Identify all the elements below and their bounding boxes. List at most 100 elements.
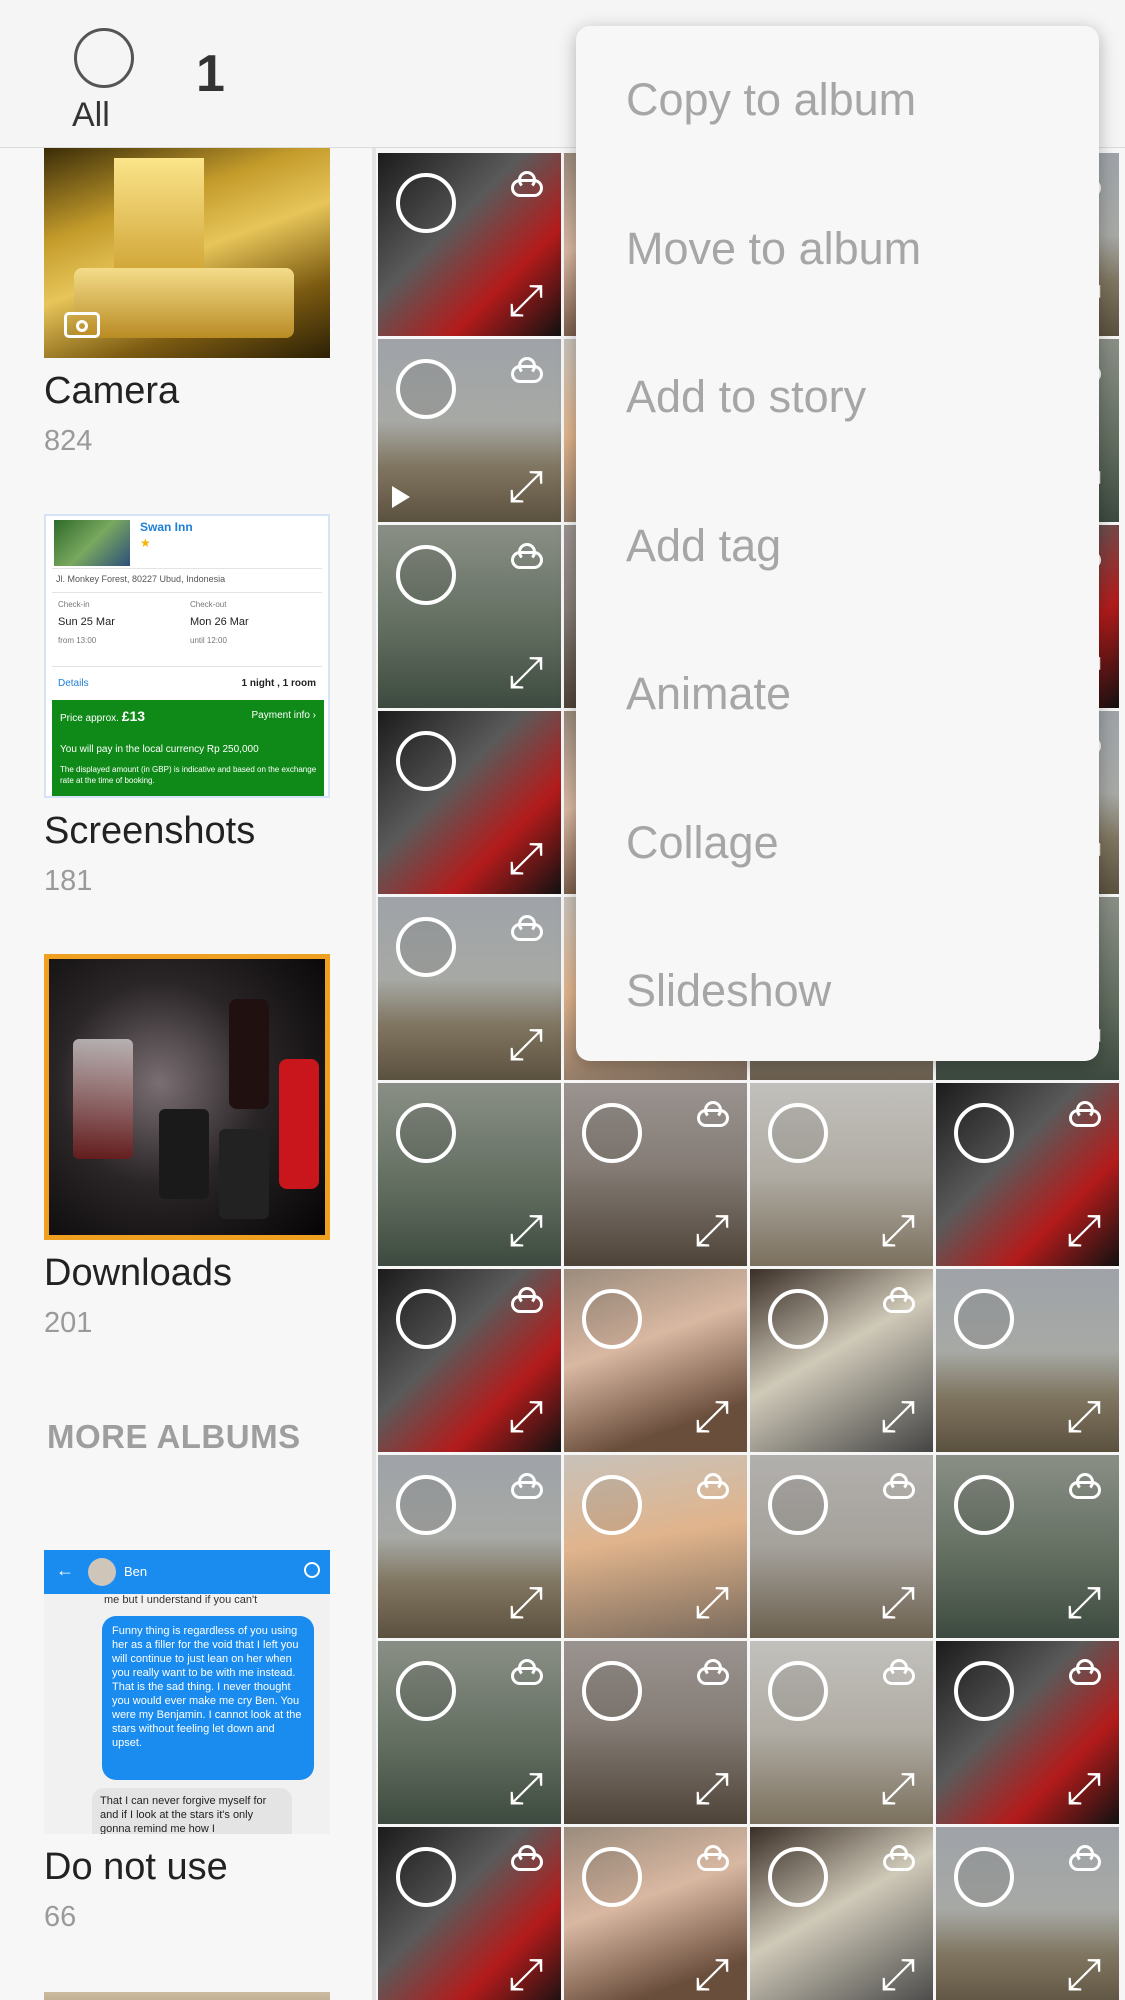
album-thumbnail[interactable] <box>44 148 330 358</box>
select-all-label[interactable]: All <box>72 96 110 135</box>
album-camera[interactable]: Camera 824 <box>44 148 330 458</box>
menu-item-slideshow[interactable]: Slideshow <box>626 965 831 1017</box>
photo-tile[interactable]: ⤢ <box>750 1455 933 1638</box>
expand-icon[interactable]: ⤢ <box>1059 1578 1109 1628</box>
expand-icon[interactable]: ⤢ <box>687 1764 737 1814</box>
expand-icon[interactable]: ⤢ <box>501 1950 551 2000</box>
photo-tile[interactable]: ⤢ <box>564 1269 747 1452</box>
album-thumbnail-partial[interactable] <box>44 1992 330 2000</box>
selection-circle[interactable] <box>396 1475 456 1535</box>
expand-icon[interactable]: ⤢ <box>501 1020 551 1070</box>
expand-icon[interactable]: ⤢ <box>501 276 551 326</box>
photo-tile[interactable]: ⤢ <box>936 1641 1119 1824</box>
photo-tile[interactable]: ⤢ <box>378 1083 561 1266</box>
selection-circle[interactable] <box>396 1103 456 1163</box>
expand-icon[interactable]: ⤢ <box>873 1392 923 1442</box>
photo-tile[interactable]: ⤢ <box>564 1827 747 2000</box>
selection-circle[interactable] <box>768 1475 828 1535</box>
photo-tile[interactable]: ⤢ <box>378 339 561 522</box>
select-all-checkbox[interactable] <box>74 28 134 88</box>
photo-tile[interactable]: ⤢ <box>750 1083 933 1266</box>
photo-tile[interactable]: ⤢ <box>750 1827 933 2000</box>
selection-circle[interactable] <box>582 1475 642 1535</box>
selection-circle[interactable] <box>768 1847 828 1907</box>
selection-circle[interactable] <box>768 1289 828 1349</box>
selection-circle[interactable] <box>396 731 456 791</box>
album-do-not-use[interactable]: ← Ben me but I understand if you can't F… <box>44 1550 330 1934</box>
selection-circle[interactable] <box>396 1661 456 1721</box>
selection-circle[interactable] <box>396 1847 456 1907</box>
photo-tile[interactable]: ⤢ <box>378 525 561 708</box>
expand-icon[interactable]: ⤢ <box>873 1578 923 1628</box>
cloud-sync-icon <box>1065 1101 1105 1129</box>
photo-tile[interactable]: ⤢ <box>936 1827 1119 2000</box>
selection-circle[interactable] <box>582 1103 642 1163</box>
selection-circle[interactable] <box>396 545 456 605</box>
expand-icon[interactable]: ⤢ <box>873 1950 923 2000</box>
photo-tile[interactable]: ⤢ <box>378 1455 561 1638</box>
menu-item-animate[interactable]: Animate <box>626 668 791 720</box>
selection-circle[interactable] <box>396 1289 456 1349</box>
album-count: 181 <box>44 865 93 897</box>
photo-tile[interactable]: ⤢ <box>750 1269 933 1452</box>
expand-icon[interactable]: ⤢ <box>501 648 551 698</box>
menu-item-move-to-album[interactable]: Move to album <box>626 223 921 275</box>
photo-tile[interactable]: ⤢ <box>378 897 561 1080</box>
selection-circle[interactable] <box>396 917 456 977</box>
expand-icon[interactable]: ⤢ <box>687 1950 737 2000</box>
menu-item-add-to-story[interactable]: Add to story <box>626 371 866 423</box>
album-thumbnail[interactable]: ← Ben me but I understand if you can't F… <box>44 1550 330 1834</box>
menu-item-add-tag[interactable]: Add tag <box>626 520 781 572</box>
cloud-sync-icon <box>693 1101 733 1129</box>
menu-item-copy-to-album[interactable]: Copy to album <box>626 74 916 126</box>
menu-item-collage[interactable]: Collage <box>626 817 779 869</box>
thumb-text: Check-out <box>190 600 227 609</box>
expand-icon[interactable]: ⤢ <box>687 1578 737 1628</box>
selection-circle[interactable] <box>768 1103 828 1163</box>
photo-tile[interactable]: ⤢ <box>564 1641 747 1824</box>
expand-icon[interactable]: ⤢ <box>501 1764 551 1814</box>
album-thumbnail[interactable]: Swan Inn ★ Jl. Monkey Forest, 80227 Ubud… <box>44 514 330 798</box>
expand-icon[interactable]: ⤢ <box>1059 1206 1109 1256</box>
avatar <box>88 1558 116 1586</box>
selection-circle[interactable] <box>954 1103 1014 1163</box>
expand-icon[interactable]: ⤢ <box>501 1578 551 1628</box>
photo-tile[interactable]: ⤢ <box>378 1641 561 1824</box>
photo-tile[interactable]: ⤢ <box>936 1269 1119 1452</box>
photo-tile[interactable]: ⤢ <box>378 1269 561 1452</box>
expand-icon[interactable]: ⤢ <box>501 462 551 512</box>
photo-tile[interactable]: ⤢ <box>564 1083 747 1266</box>
expand-icon[interactable]: ⤢ <box>501 834 551 884</box>
photo-tile[interactable]: ⤢ <box>750 1641 933 1824</box>
expand-icon[interactable]: ⤢ <box>873 1206 923 1256</box>
photo-tile[interactable]: ⤢ <box>378 153 561 336</box>
photo-tile[interactable]: ⤢ <box>936 1083 1119 1266</box>
expand-icon[interactable]: ⤢ <box>1059 1764 1109 1814</box>
expand-icon[interactable]: ⤢ <box>687 1206 737 1256</box>
album-thumbnail-selected[interactable] <box>44 954 330 1240</box>
selection-circle[interactable] <box>768 1661 828 1721</box>
selection-circle[interactable] <box>582 1289 642 1349</box>
expand-icon[interactable]: ⤢ <box>873 1764 923 1814</box>
selection-circle[interactable] <box>954 1475 1014 1535</box>
expand-icon[interactable]: ⤢ <box>1059 1950 1109 2000</box>
selection-circle[interactable] <box>396 359 456 419</box>
selection-circle[interactable] <box>582 1661 642 1721</box>
album-screenshots[interactable]: Swan Inn ★ Jl. Monkey Forest, 80227 Ubud… <box>44 514 330 898</box>
selection-circle[interactable] <box>396 173 456 233</box>
expand-icon[interactable]: ⤢ <box>687 1392 737 1442</box>
expand-icon[interactable]: ⤢ <box>501 1392 551 1442</box>
photo-tile[interactable]: ⤢ <box>378 711 561 894</box>
selection-circle[interactable] <box>954 1847 1014 1907</box>
selection-circle[interactable] <box>582 1847 642 1907</box>
expand-icon[interactable]: ⤢ <box>1059 1392 1109 1442</box>
photo-tile[interactable]: ⤢ <box>936 1455 1119 1638</box>
context-menu: Copy to album Move to album Add to story… <box>576 26 1099 1061</box>
selection-circle[interactable] <box>954 1289 1014 1349</box>
photo-tile[interactable]: ⤢ <box>564 1455 747 1638</box>
expand-icon[interactable]: ⤢ <box>501 1206 551 1256</box>
photo-tile[interactable]: ⤢ <box>378 1827 561 2000</box>
album-downloads[interactable]: Downloads 201 <box>44 954 330 1340</box>
cloud-sync-icon <box>507 1473 547 1501</box>
selection-circle[interactable] <box>954 1661 1014 1721</box>
